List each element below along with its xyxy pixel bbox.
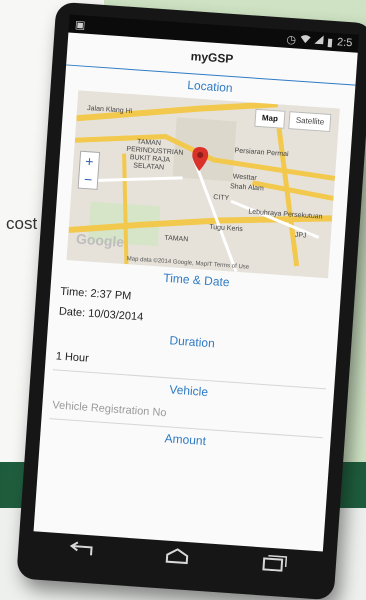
signal-icon	[313, 35, 324, 48]
phone-device: ▣ ◷ ▮ 2:5 myGSP Location Map Satellite +…	[16, 1, 366, 600]
status-time: 2:5	[336, 36, 353, 50]
background-text: cost	[6, 214, 38, 233]
map-label-jpj: JPJ	[294, 231, 307, 240]
location-map[interactable]: Map Satellite + − Jalan Klang Hi TAMAN P…	[66, 90, 340, 279]
map-marker-icon[interactable]	[191, 146, 209, 171]
map-type-map-button[interactable]: Map	[254, 108, 286, 129]
battery-icon: ▮	[326, 36, 334, 49]
home-icon[interactable]	[163, 547, 190, 570]
app-screen: myGSP Location Map Satellite + − Jalan K…	[33, 32, 358, 552]
zoom-in-button[interactable]: +	[80, 152, 99, 171]
zoom-out-button[interactable]: −	[79, 170, 98, 189]
map-type-satellite-button[interactable]: Satellite	[288, 111, 332, 133]
back-arrow-icon[interactable]	[67, 540, 94, 563]
recent-apps-icon[interactable]	[260, 554, 287, 577]
map-logo: Google	[75, 230, 125, 250]
map-label-city: CITY	[213, 194, 230, 203]
zoom-control: + −	[77, 150, 101, 190]
status-icons: ◷ ▮ 2:5	[286, 32, 353, 50]
notification-icon: ▣	[74, 18, 86, 32]
alarm-icon: ◷	[286, 33, 297, 46]
wifi-icon	[300, 34, 311, 47]
